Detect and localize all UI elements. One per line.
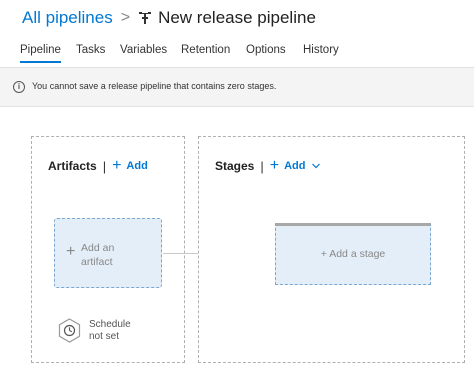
tab-tasks[interactable]: Tasks	[76, 44, 105, 56]
add-stage-button-label: Add	[284, 160, 306, 172]
schedule-trigger[interactable]: Schedule not set	[58, 318, 139, 343]
add-artifact-label-line2: artifact	[81, 256, 113, 268]
add-stage-label-text: Add a stage	[329, 248, 386, 260]
breadcrumb: All pipelines > New release pipeline	[22, 6, 316, 30]
info-bar: i You cannot save a release pipeline tha…	[0, 68, 474, 107]
plus-icon: +	[66, 243, 76, 260]
artifacts-title: Artifacts	[48, 159, 97, 173]
clock-icon	[58, 318, 81, 343]
add-stage-placeholder[interactable]: + Add a stage	[275, 223, 431, 285]
tab-history[interactable]: History	[303, 44, 339, 56]
plus-icon: +	[320, 248, 330, 260]
plus-icon: +	[112, 157, 122, 174]
add-artifact-label: Add an artifact	[81, 241, 141, 269]
stages-panel: Stages | + Add + Add a stage	[198, 136, 465, 363]
page-title: New release pipeline	[158, 8, 316, 27]
tab-bar: Pipeline Tasks Variables Retention Optio…	[0, 40, 474, 66]
schedule-label-line1: Schedule	[89, 318, 131, 330]
plus-icon: +	[269, 157, 280, 174]
info-message: You cannot save a release pipeline that …	[32, 81, 277, 91]
artifacts-separator: |	[102, 158, 107, 174]
add-artifact-button[interactable]: + Add	[112, 158, 148, 174]
connector-line	[163, 253, 200, 254]
add-stage-button[interactable]: + Add	[270, 158, 321, 174]
add-artifact-placeholder[interactable]: + Add an artifact	[54, 218, 162, 288]
stages-separator: |	[260, 158, 264, 174]
add-artifact-button-label: Add	[126, 160, 148, 172]
schedule-label-line2: not set	[89, 330, 120, 342]
chevron-down-icon	[312, 163, 321, 169]
add-stage-label: + Add a stage	[276, 248, 430, 260]
tab-variables[interactable]: Variables	[120, 44, 167, 56]
artifacts-header: Artifacts | + Add	[48, 158, 148, 174]
stages-header: Stages | + Add	[215, 158, 321, 174]
tab-pipeline[interactable]: Pipeline	[20, 44, 61, 63]
stages-title: Stages	[215, 159, 255, 173]
info-icon: i	[13, 81, 25, 93]
all-pipelines-link[interactable]: All pipelines	[22, 8, 113, 28]
tab-retention[interactable]: Retention	[181, 44, 230, 56]
breadcrumb-separator: >	[120, 9, 131, 26]
tab-options[interactable]: Options	[246, 44, 286, 56]
release-pipeline-icon	[139, 12, 152, 24]
add-artifact-label-line1: Add an	[81, 242, 115, 254]
schedule-label: Schedule not set	[89, 319, 139, 343]
